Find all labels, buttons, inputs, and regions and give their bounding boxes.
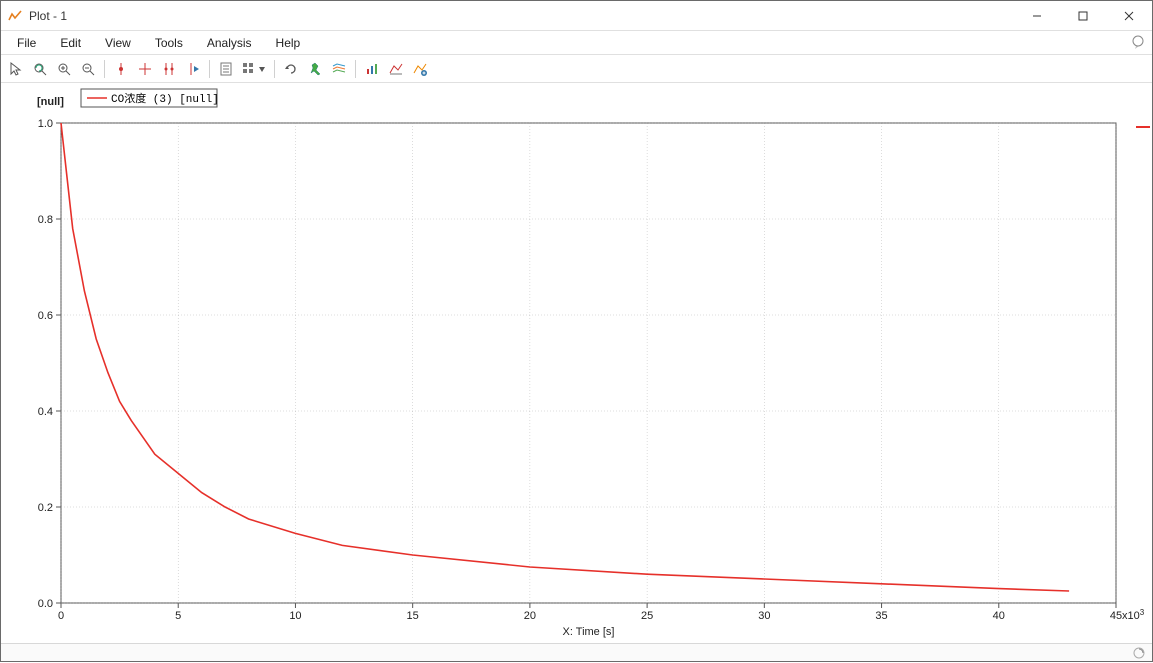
- x-tick-label: 40: [993, 610, 1005, 622]
- grid-dropdown-button[interactable]: [239, 58, 269, 80]
- x-tick-label: 15: [407, 610, 419, 622]
- window-title: Plot - 1: [29, 9, 67, 23]
- refresh-button[interactable]: [280, 58, 302, 80]
- x-tick-label: 20: [524, 610, 536, 622]
- pin-button[interactable]: [304, 58, 326, 80]
- y-tick-label: 0.6: [38, 310, 53, 322]
- y-tick-label: 0.0: [38, 598, 53, 610]
- menu-edit[interactable]: Edit: [48, 33, 93, 53]
- menu-tools[interactable]: Tools: [143, 33, 195, 53]
- menu-help[interactable]: Help: [264, 33, 313, 53]
- menu-view[interactable]: View: [93, 33, 143, 53]
- line-chart-button[interactable]: [385, 58, 407, 80]
- series-line: [61, 123, 1069, 591]
- cross-marker-button[interactable]: [134, 58, 156, 80]
- menubar: File Edit View Tools Analysis Help: [1, 31, 1152, 55]
- y-tick-label: 0.2: [38, 502, 53, 514]
- single-marker-button[interactable]: [110, 58, 132, 80]
- bar-chart-button[interactable]: [361, 58, 383, 80]
- play-marker-button[interactable]: [182, 58, 204, 80]
- layers-button[interactable]: [328, 58, 350, 80]
- app-window: Plot - 1 File Edit View Tools Analysis H…: [0, 0, 1153, 662]
- y-tick-label: 0.4: [38, 406, 53, 418]
- statusbar: [1, 643, 1152, 661]
- dual-marker-button[interactable]: [158, 58, 180, 80]
- zoom-in-button[interactable]: [53, 58, 75, 80]
- y-tick-label: 1.0: [38, 118, 53, 130]
- x-exponent-label: x103: [1122, 608, 1145, 622]
- x-tick-label: 35: [875, 610, 887, 622]
- menu-analysis[interactable]: Analysis: [195, 33, 264, 53]
- titlebar: Plot - 1: [1, 1, 1152, 31]
- x-tick-label: 5: [175, 610, 181, 622]
- reset-zoom-button[interactable]: [29, 58, 51, 80]
- arrow-cursor-button[interactable]: [5, 58, 27, 80]
- x-tick-label: 45: [1110, 610, 1122, 622]
- x-tick-label: 25: [641, 610, 653, 622]
- x-tick-label: 0: [58, 610, 64, 622]
- y-axis-label: [null]: [37, 96, 64, 108]
- plot-frame: [61, 123, 1116, 603]
- toolbar: [1, 55, 1152, 83]
- plot-area[interactable]: 0 5 10 15 20 25 30 35 40 45 0.0 0.2 0.4 0.6 0.8 1.0 [nul…: [1, 83, 1152, 643]
- close-button[interactable]: [1106, 1, 1152, 31]
- status-refresh-icon[interactable]: [1132, 646, 1146, 660]
- y-tick-label: 0.8: [38, 214, 53, 226]
- menu-file[interactable]: File: [5, 33, 48, 53]
- x-tick-label: 30: [758, 610, 770, 622]
- minimize-button[interactable]: [1014, 1, 1060, 31]
- help-balloon-icon[interactable]: [1130, 34, 1146, 50]
- app-icon: [7, 8, 23, 24]
- zoom-out-button[interactable]: [77, 58, 99, 80]
- clipboard-list-button[interactable]: [215, 58, 237, 80]
- x-tick-label: 10: [289, 610, 301, 622]
- add-chart-button[interactable]: [409, 58, 431, 80]
- maximize-button[interactable]: [1060, 1, 1106, 31]
- x-axis-label: X: Time [s]: [563, 626, 615, 638]
- legend-label: CO浓度 (3) [null]: [111, 91, 219, 106]
